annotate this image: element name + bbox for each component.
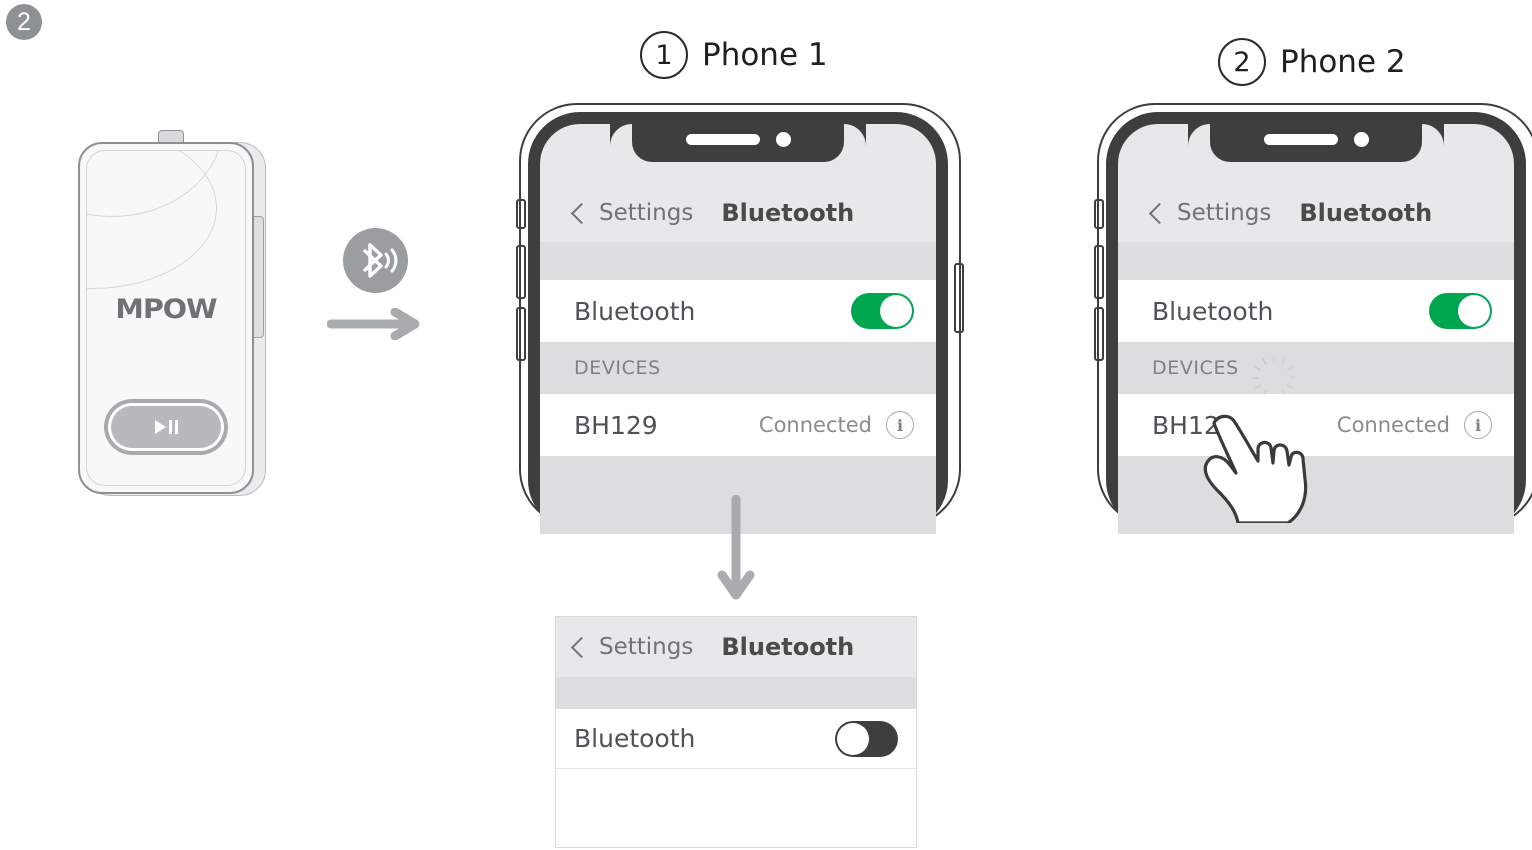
phone-1: Settings Bluetooth Bluetooth DEVICES BH1… [516,103,964,534]
device-body: MPOW [78,142,254,494]
volume-down-button[interactable] [1094,307,1104,361]
phone-2-nav-bar: Settings Bluetooth [1118,184,1514,242]
back-to-settings-link[interactable]: Settings [599,200,693,226]
nav-spacer [540,242,936,280]
phone-1-screen: Settings Bluetooth Bluetooth DEVICES BH1… [540,124,936,534]
devices-section-label: DEVICES [574,357,661,379]
device-row-bh129[interactable]: BH129 Connected i [1118,394,1514,456]
bluetooth-toggle-row[interactable]: Bluetooth [556,709,916,769]
silent-switch[interactable] [516,199,526,229]
illustration-canvas: 2 MPOW 1 Phone 1 2 Phone 2 Settings Blue… [0,0,1532,850]
device-status: Connected [1336,413,1450,437]
bluetooth-toggle[interactable] [835,720,898,757]
device-button-ring [108,403,224,451]
page-title: Bluetooth [1299,199,1433,227]
power-button[interactable] [954,263,964,333]
phone-2-label: Phone 2 [1280,44,1406,80]
volume-up-button[interactable] [1094,245,1104,299]
front-camera-icon [1353,131,1369,147]
bluetooth-toggle-row[interactable]: Bluetooth [1118,280,1514,342]
loading-spinner-icon [1251,355,1296,400]
play-pause-icon [154,420,178,434]
device-brand-logo: MPOW [115,294,217,325]
device-status: Connected [758,413,872,437]
chevron-left-icon[interactable] [1148,202,1171,224]
nav-spacer [1118,242,1514,280]
mpow-device: MPOW [70,130,270,496]
chevron-left-icon[interactable] [570,636,593,658]
bluetooth-icon [343,228,408,293]
phone-1-number: 1 [640,31,688,79]
device-button-face [111,406,221,448]
device-play-pause-button[interactable] [104,399,228,455]
phone-2-screen: Settings Bluetooth Bluetooth DEVICES BH1… [1118,124,1514,534]
bluetooth-toggle[interactable] [851,293,914,329]
bluetooth-toggle[interactable] [1429,293,1492,329]
front-camera-icon [775,131,791,147]
device-name: BH129 [1152,410,1236,440]
bluetooth-row-label: Bluetooth [574,724,696,753]
page-title: Bluetooth [721,633,855,661]
device-highlight-curve-2 [87,151,217,289]
bluetooth-row-label: Bluetooth [574,296,696,326]
silent-switch[interactable] [1094,199,1104,229]
empty-list-area [556,770,916,847]
phone-1-nav-bar: Settings Bluetooth [540,184,936,242]
devices-section-header: DEVICES [540,342,936,394]
phone-2-number: 2 [1218,38,1266,86]
phone-2-header: 2 Phone 2 [1218,38,1406,86]
step-number-badge: 2 [6,4,42,40]
arrow-right-icon [326,307,421,341]
device-name: BH129 [574,410,658,440]
list-background [1118,456,1514,534]
volume-up-button[interactable] [516,245,526,299]
chevron-left-icon[interactable] [570,202,593,224]
page-title: Bluetooth [721,199,855,227]
phone-notch [632,124,844,162]
result-nav-bar: Settings Bluetooth [556,617,916,677]
volume-down-button[interactable] [516,307,526,361]
earpiece-speaker-icon [685,133,760,145]
phone-1-header: 1 Phone 1 [640,31,828,79]
phone-notch [1210,124,1422,162]
info-circle-icon[interactable]: i [1464,411,1492,439]
bluetooth-row-label: Bluetooth [1152,296,1274,326]
result-settings-panel: Settings Bluetooth Bluetooth [555,616,917,848]
nav-spacer [556,677,916,709]
arrow-down-icon [712,494,760,605]
devices-section-header: DEVICES [1118,342,1514,400]
devices-section-label: DEVICES [1152,357,1239,379]
back-to-settings-link[interactable]: Settings [599,634,693,660]
device-row-bh129[interactable]: BH129 Connected i [540,394,936,456]
phone-1-label: Phone 1 [702,37,828,73]
phone-2: Settings Bluetooth Bluetooth DEVICES BH1… [1094,103,1532,534]
earpiece-speaker-icon [1263,133,1338,145]
bluetooth-toggle-row[interactable]: Bluetooth [540,280,936,342]
info-circle-icon[interactable]: i [886,411,914,439]
back-to-settings-link[interactable]: Settings [1177,200,1271,226]
